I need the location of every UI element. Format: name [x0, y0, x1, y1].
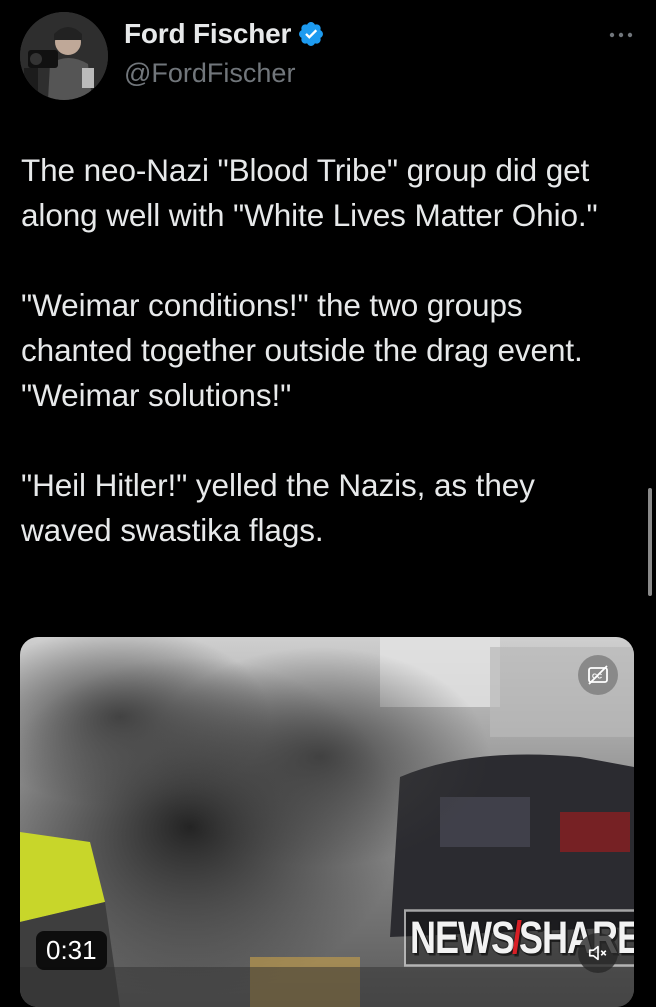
author-display-name[interactable]: Ford Fischer — [124, 18, 291, 50]
captions-button[interactable]: CC — [578, 655, 618, 695]
tweet-text: The neo-Nazi "Blood Tribe" group did get… — [21, 148, 621, 553]
tweet-paragraph: "Heil Hitler!" yelled the Nazis, as they… — [21, 467, 535, 548]
mute-button[interactable] — [578, 933, 618, 973]
more-horizontal-icon[interactable] — [608, 22, 634, 48]
captions-off-icon: CC — [588, 665, 608, 685]
verified-badge-icon — [299, 22, 324, 46]
muted-speaker-icon — [588, 945, 607, 961]
avatar-photo-icon — [20, 12, 108, 100]
author-name-row[interactable]: Ford Fischer — [124, 18, 325, 50]
author-handle[interactable]: @FordFischer — [124, 58, 295, 89]
video-duration-badge: 0:31 — [36, 931, 107, 970]
tweet-header: Ford Fischer @FordFischer — [0, 0, 656, 120]
author-avatar[interactable] — [20, 12, 108, 100]
scrollbar[interactable] — [648, 488, 652, 596]
tweet-paragraph: "Weimar conditions!" the two groups chan… — [21, 287, 583, 413]
video-player[interactable]: CC 0:31 NEWS / SHARE — [20, 637, 634, 1007]
watermark-text-left: NEWS — [410, 911, 515, 963]
tweet-paragraph: The neo-Nazi "Blood Tribe" group did get… — [21, 152, 598, 233]
